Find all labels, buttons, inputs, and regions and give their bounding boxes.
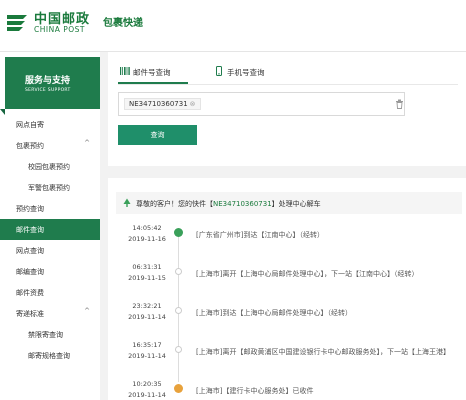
sidebar-item-label: 包裹预约 bbox=[16, 142, 44, 150]
event-date: 2019-11-15 bbox=[128, 274, 166, 282]
event-time: 14:05:42 bbox=[132, 224, 162, 232]
event-description: [上海市]离开【上海中心局邮件处理中心】，下一站【江南中心】（经转） bbox=[196, 270, 419, 278]
event-date: 2019-11-14 bbox=[128, 352, 166, 360]
sidebar-item-label: 邮件查询 bbox=[16, 226, 44, 234]
result-summary-text: 尊敬的客户！您的快件【NE34710360731】处理中心解车 bbox=[136, 200, 321, 208]
sidebar-item-label: 邮件资费 bbox=[16, 289, 44, 297]
sidebar-item-label: 网点自寄 bbox=[16, 121, 44, 129]
phone-icon bbox=[216, 66, 222, 76]
timeline-event: 14:05:42 2019-11-16 [广东省广州市]到达【江南中心】（经转） bbox=[108, 224, 466, 264]
china-post-logo-icon[interactable] bbox=[4, 9, 30, 37]
result-waybill-number[interactable]: NE34710360731 bbox=[213, 200, 272, 208]
tab-phone-label: 手机号查询 bbox=[227, 68, 265, 77]
sidebar-item[interactable]: 邮寄规格查询 bbox=[0, 345, 100, 366]
timeline-event: 10:20:35 2019-11-14 [上海市]【建行卡中心服务处】已收件 bbox=[108, 380, 466, 400]
sidebar-item[interactable]: 邮件查询 bbox=[0, 219, 100, 240]
logo-english-text: CHINA POST bbox=[34, 25, 85, 34]
timeline-dot-icon bbox=[175, 268, 182, 275]
event-description: [上海市]【建行卡中心服务处】已收件 bbox=[196, 387, 314, 395]
site-header: 中国邮政 CHINA POST 包裹快递 bbox=[0, 0, 466, 52]
tab-waybill-label: 邮件号查询 bbox=[133, 68, 171, 77]
sidebar-item-label: 邮编查询 bbox=[16, 268, 44, 276]
waybill-number-input[interactable]: NE34710360731 ⊗ bbox=[118, 92, 405, 116]
timeline-event: 16:35:17 2019-11-14 [上海市]离开【邮政黄浦区中国建设银行卡中心… bbox=[108, 341, 466, 381]
logo-subtitle: 包裹快递 bbox=[103, 18, 143, 29]
timeline-dot-icon bbox=[174, 384, 183, 393]
chevron-up-icon[interactable]: ^ bbox=[84, 307, 90, 315]
event-description: [上海市]到达【上海中心局邮件处理中心】（经转） bbox=[196, 309, 352, 317]
event-time: 10:20:35 bbox=[132, 380, 162, 388]
sidebar-item[interactable]: 邮件资费 bbox=[0, 282, 100, 303]
sidebar-item-label: 禁限寄查询 bbox=[28, 331, 63, 339]
sidebar: 服务与支持 SERVICE SUPPORT 网点自寄包裹预约 ^ 校园包裹预约 军警包… bbox=[0, 52, 100, 400]
tree-icon bbox=[123, 198, 131, 207]
query-button[interactable]: 查询 bbox=[118, 125, 197, 145]
banner-subtitle: SERVICE SUPPORT bbox=[25, 88, 71, 93]
event-description: [广东省广州市]到达【江南中心】（经转） bbox=[196, 231, 324, 239]
banner-title: 服务与支持 bbox=[25, 76, 71, 86]
timeline-event: 23:32:21 2019-11-14 [上海市]到达【上海中心局邮件处理中心】（经… bbox=[108, 302, 466, 342]
sidebar-item-label: 寄递标准 bbox=[16, 310, 44, 318]
event-date: 2019-11-16 bbox=[128, 235, 166, 243]
timeline-event: 06:31:31 2019-11-15 [上海市]离开【上海中心局邮件处理中心】，下… bbox=[108, 263, 466, 303]
sidebar-item-label: 邮寄规格查询 bbox=[28, 352, 70, 360]
trash-icon[interactable] bbox=[395, 99, 404, 109]
waybill-number-text: NE34710360731 bbox=[129, 100, 188, 108]
chevron-up-icon[interactable]: ^ bbox=[84, 139, 90, 147]
timeline-dot-icon bbox=[175, 307, 182, 314]
sidebar-item[interactable]: 禁限寄查询 bbox=[0, 324, 100, 345]
result-summary: 尊敬的客户！您的快件【NE34710360731】处理中心解车 bbox=[116, 192, 462, 214]
event-date: 2019-11-14 bbox=[128, 313, 166, 321]
sidebar-item[interactable]: 军警包裹预约 bbox=[0, 177, 100, 198]
event-time: 23:32:21 bbox=[132, 302, 162, 310]
service-support-banner: 服务与支持 SERVICE SUPPORT bbox=[5, 57, 100, 109]
sidebar-item[interactable]: 寄递标准 ^ bbox=[0, 303, 100, 324]
event-date: 2019-11-14 bbox=[128, 391, 166, 399]
waybill-number-tag[interactable]: NE34710360731 ⊗ bbox=[124, 98, 201, 110]
sidebar-item[interactable]: 网点自寄 bbox=[0, 114, 100, 135]
sidebar-item-label: 预约查询 bbox=[16, 205, 44, 213]
timeline-dot-icon bbox=[175, 346, 182, 353]
barcode-icon bbox=[120, 67, 130, 75]
tab-divider bbox=[118, 84, 458, 85]
event-time: 06:31:31 bbox=[132, 263, 162, 271]
main-panel: 邮件号查询 手机号查询 NE34710360731 ⊗ 查询 尊敬的客户！您的快件… bbox=[108, 52, 466, 400]
remove-tag-icon[interactable]: ⊗ bbox=[190, 100, 196, 108]
sidebar-item[interactable]: 邮编查询 bbox=[0, 261, 100, 282]
sidebar-item[interactable]: 校园包裹预约 bbox=[0, 156, 100, 177]
event-description: [上海市]离开【邮政黄浦区中国建设银行卡中心邮政服务处】，下一站【上海王港】 bbox=[196, 348, 450, 356]
sidebar-item-label: 校园包裹预约 bbox=[28, 163, 70, 171]
sidebar-item-label: 网点查询 bbox=[16, 247, 44, 255]
sidebar-item[interactable]: 包裹预约 ^ bbox=[0, 135, 100, 156]
section-gap bbox=[108, 166, 466, 178]
timeline-dot-icon bbox=[174, 228, 183, 237]
event-time: 16:35:17 bbox=[132, 341, 162, 349]
sidebar-item[interactable]: 预约查询 bbox=[0, 198, 100, 219]
sidebar-item-label: 军警包裹预约 bbox=[28, 184, 70, 192]
sidebar-item[interactable]: 网点查询 bbox=[0, 240, 100, 261]
